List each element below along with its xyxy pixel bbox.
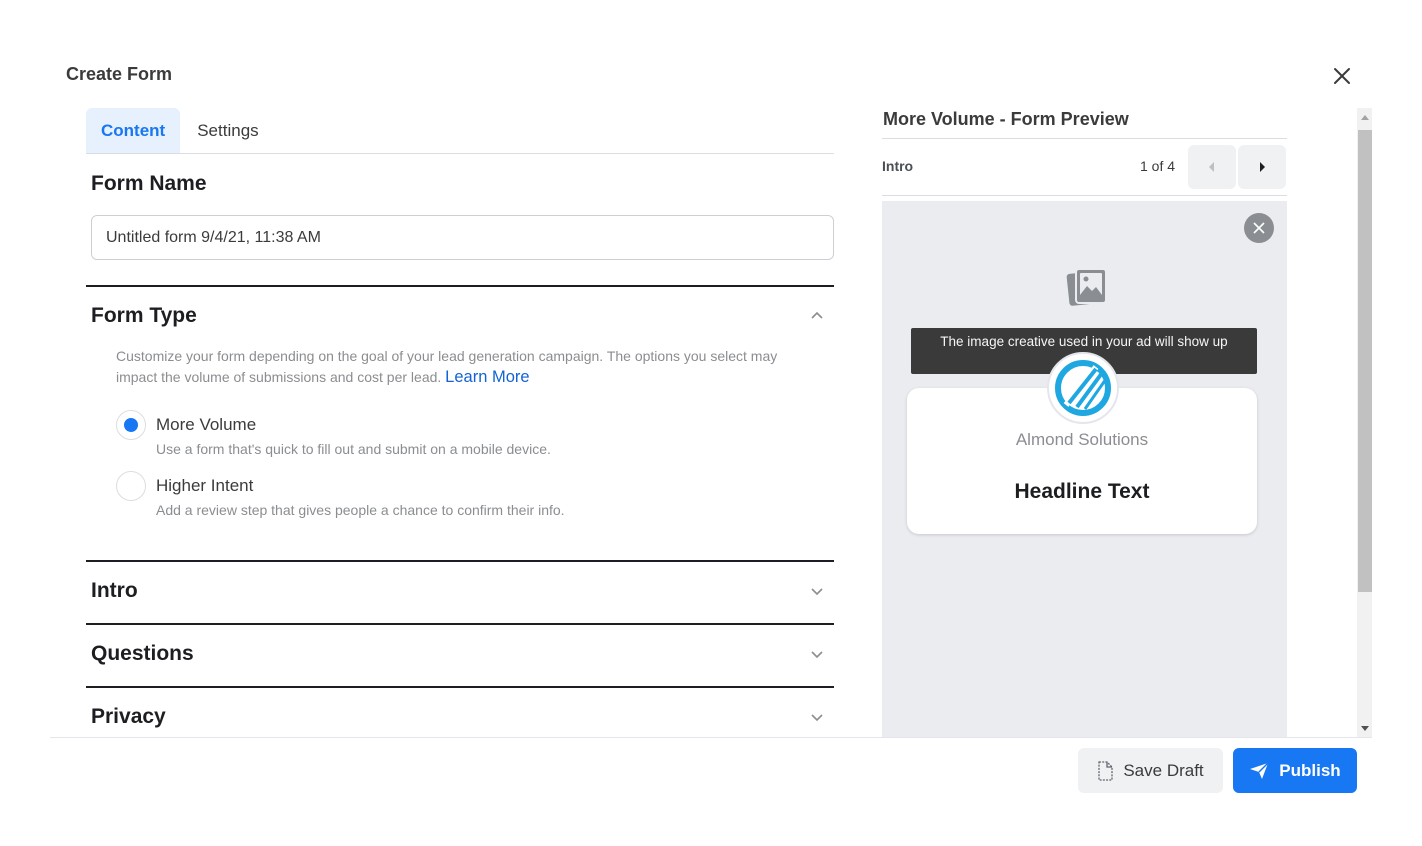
close-button[interactable] (1330, 64, 1354, 88)
scroll-down-arrow-icon (1360, 726, 1369, 731)
option-description: Use a form that's quick to fill out and … (156, 441, 551, 457)
tab-settings[interactable]: Settings (182, 108, 273, 153)
preview-page-indicator: 1 of 4 (1140, 158, 1176, 174)
footer-divider (50, 737, 1372, 738)
form-preview-screen: The image creative used in your ad will … (882, 201, 1287, 738)
option-description: Add a review step that gives people a ch… (156, 502, 565, 518)
save-draft-button[interactable]: Save Draft (1078, 748, 1223, 793)
chevron-up-icon[interactable] (809, 308, 825, 324)
option-label: More Volume (156, 415, 257, 434)
preview-next-button[interactable] (1238, 145, 1286, 189)
headline-text: Headline Text (1014, 480, 1150, 503)
preview-step-name: Intro (882, 158, 914, 174)
privacy-heading: Privacy (91, 705, 166, 728)
publish-label: Publish (1279, 760, 1341, 780)
radio-more-volume[interactable] (116, 410, 146, 440)
close-icon (1334, 68, 1350, 84)
form-name-input[interactable] (91, 215, 834, 260)
form-type-description: Customize your form depending on the goa… (116, 346, 806, 388)
option-more-volume[interactable]: More Volume Use a form that's quick to f… (116, 410, 551, 457)
option-higher-intent[interactable]: Higher Intent Add a review step that giv… (116, 471, 565, 518)
option-label: Higher Intent (156, 476, 254, 495)
form-name-heading: Form Name (91, 172, 207, 195)
chevron-down-icon[interactable] (809, 709, 825, 725)
brand-name: Almond Solutions (1015, 430, 1149, 449)
close-icon (1253, 222, 1265, 234)
preview-divider (882, 195, 1287, 196)
brand-logo-icon (1055, 360, 1111, 416)
form-type-heading: Form Type (91, 304, 197, 327)
questions-section-header[interactable]: Questions (86, 624, 834, 684)
radio-higher-intent[interactable] (116, 471, 146, 501)
image-placeholder-icon (1066, 268, 1107, 306)
preview-prev-button[interactable] (1188, 145, 1236, 189)
chevron-down-icon[interactable] (809, 583, 825, 599)
chevron-down-icon[interactable] (809, 646, 825, 662)
scrollbar-thumb[interactable] (1358, 130, 1372, 592)
scroll-up-arrow-icon (1360, 115, 1369, 120)
brand-logo (1047, 352, 1119, 424)
tab-bar: Content Settings (86, 108, 834, 154)
preview-title: More Volume - Form Preview (883, 109, 1129, 129)
intro-heading: Intro (91, 579, 138, 602)
privacy-section-header[interactable]: Privacy (86, 687, 834, 738)
caret-right-icon (1260, 162, 1265, 172)
scroll-down-button[interactable] (1357, 721, 1372, 736)
document-icon (1098, 760, 1113, 781)
intro-section-header[interactable]: Intro (86, 561, 834, 621)
questions-heading: Questions (91, 642, 194, 665)
learn-more-link[interactable]: Learn More (445, 368, 529, 386)
caret-left-icon (1209, 162, 1214, 172)
preview-divider (882, 138, 1287, 139)
form-type-header[interactable]: Form Type (86, 286, 834, 346)
tab-content[interactable]: Content (86, 108, 181, 153)
save-draft-label: Save Draft (1123, 760, 1204, 780)
publish-button[interactable]: Publish (1233, 748, 1357, 793)
send-icon (1250, 761, 1269, 779)
preview-close-button[interactable] (1244, 213, 1274, 243)
scroll-up-button[interactable] (1357, 110, 1372, 125)
scrollbar[interactable] (1357, 108, 1372, 738)
form-editor-panel: Content Settings Form Name Form Type Cus… (86, 108, 834, 738)
dialog-title: Create Form (66, 64, 173, 84)
